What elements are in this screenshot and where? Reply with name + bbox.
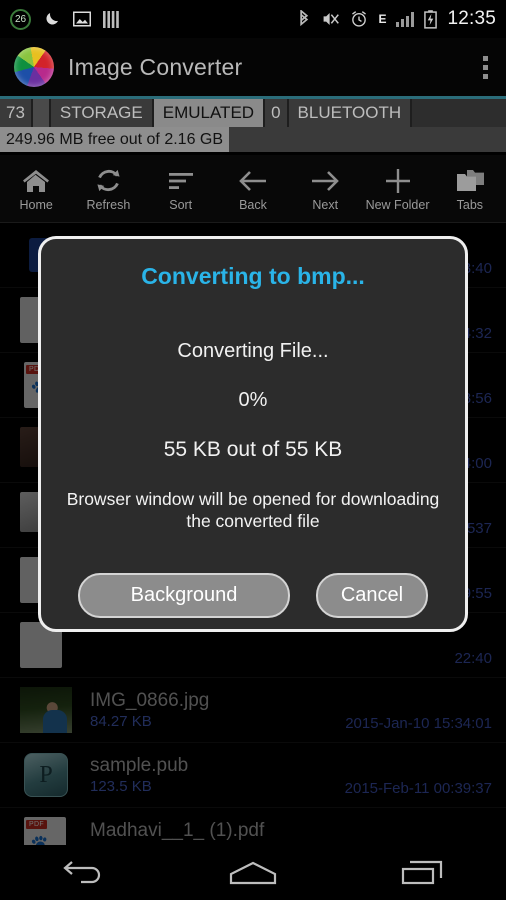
home-icon (22, 166, 50, 196)
plus-icon (384, 166, 412, 196)
color-wheel-logo (14, 47, 54, 87)
alarm-clock-icon (350, 10, 368, 28)
status-bar-right-icons: E 12:35 (297, 8, 506, 30)
free-space-remainder (229, 127, 506, 152)
breadcrumb-tail (412, 99, 506, 127)
toolbar-button-sort[interactable]: Sort (147, 166, 215, 212)
bluetooth-icon (297, 9, 311, 29)
background-button[interactable]: Background (78, 572, 290, 618)
overflow-menu-icon[interactable] (479, 52, 492, 83)
toolbar-button-next[interactable]: Next (291, 166, 359, 212)
dialog-percent: 0% (238, 389, 268, 411)
app-bar: Image Converter (0, 38, 506, 96)
dialog-progress-bytes: 55 KB out of 55 KB (163, 438, 343, 461)
battery-charging-icon (424, 9, 438, 29)
arrow-left-icon (238, 166, 268, 196)
tabs-folder-icon (455, 166, 485, 196)
dialog-status-text: Converting File... (177, 340, 329, 362)
android-screen: 26 E 12:35 Image Converter 73 STORAGE EM… (0, 0, 506, 900)
toolbar-label-next: Next (312, 197, 339, 212)
system-nav-bar (0, 845, 506, 900)
dialog-note: Browser window will be opened for downlo… (66, 489, 440, 532)
status-bar: 26 E 12:35 (0, 0, 506, 38)
do-not-disturb-moon-icon (43, 10, 61, 28)
converting-dialog: Converting to bmp... Converting File... … (38, 236, 468, 632)
toolbar-button-home[interactable]: Home (2, 166, 70, 212)
status-bar-clock: 12:35 (447, 8, 496, 29)
toolbar-button-back[interactable]: Back (219, 166, 287, 212)
breadcrumb-item-1[interactable] (32, 99, 51, 127)
free-space-label: 249.96 MB free out of 2.16 GB (0, 127, 230, 152)
nav-home-icon[interactable] (208, 853, 298, 893)
dialog-title: Converting to bmp... (141, 263, 365, 289)
toolbar-label-refresh: Refresh (86, 197, 131, 212)
battery-saver-badge: 26 (10, 8, 31, 30)
toolbar-label-back: Back (239, 197, 267, 212)
arrow-right-icon (310, 166, 340, 196)
breadcrumb-item-0[interactable]: 73 (0, 99, 33, 127)
nav-recents-icon[interactable] (377, 853, 467, 893)
breadcrumb-item-emulated[interactable]: EMULATED (153, 99, 266, 127)
toolbar-label-home: Home (19, 197, 53, 212)
screenshot-image-icon (73, 11, 91, 27)
action-toolbar: Home Refresh Sort Back Next New Folder T… (0, 155, 506, 223)
volume-muted-icon (321, 10, 340, 28)
dialog-actions: Background Cancel (78, 572, 428, 618)
breadcrumb-item-bluetooth[interactable]: BLUETOOTH (288, 99, 413, 127)
nav-back-icon[interactable] (39, 853, 129, 893)
toolbar-label-tabs: Tabs (456, 197, 484, 212)
toolbar-button-new-folder[interactable]: New Folder (364, 166, 432, 212)
bars-icon (103, 10, 119, 28)
toolbar-button-refresh[interactable]: Refresh (74, 166, 142, 212)
sort-icon (167, 166, 195, 196)
breadcrumb-item-storage[interactable]: STORAGE (50, 99, 154, 127)
toolbar-label-new-folder: New Folder (365, 197, 430, 212)
toolbar-label-sort: Sort (169, 197, 193, 212)
refresh-icon (95, 166, 122, 196)
cancel-button[interactable]: Cancel (316, 572, 428, 618)
signal-bars-icon (396, 11, 415, 27)
page-title: Image Converter (68, 53, 243, 80)
breadcrumb: 73 STORAGE EMULATED 0 BLUETOOTH (0, 99, 506, 127)
free-space-bar: 249.96 MB free out of 2.16 GB (0, 127, 506, 152)
toolbar-button-tabs[interactable]: Tabs (436, 166, 504, 212)
status-bar-left-icons: 26 (0, 8, 119, 30)
edge-network-icon: E (378, 12, 387, 26)
breadcrumb-item-0-dir[interactable]: 0 (265, 99, 289, 127)
